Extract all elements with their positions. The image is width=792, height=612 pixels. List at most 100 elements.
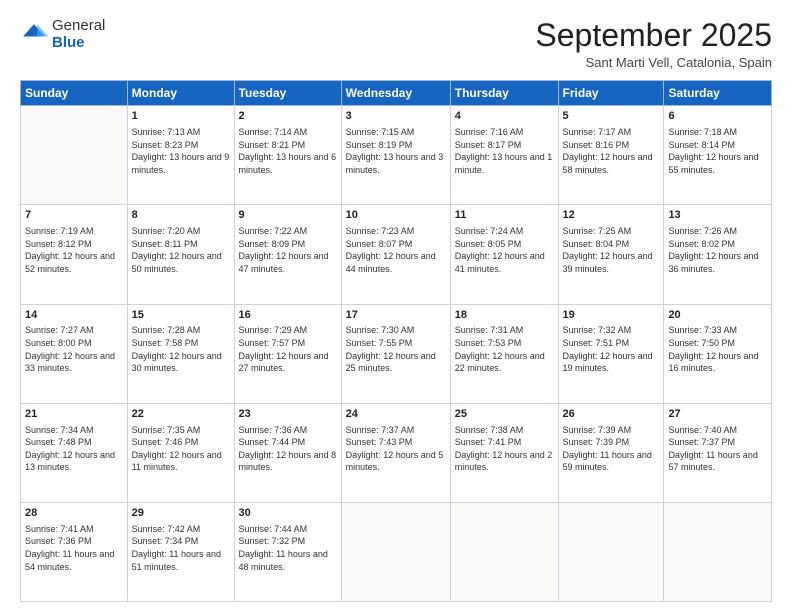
- day-number: 21: [25, 407, 123, 423]
- weekday-header-monday: Monday: [127, 81, 234, 106]
- cell-info: Sunrise: 7:42 AMSunset: 7:34 PMDaylight:…: [132, 523, 230, 573]
- day-number: 25: [455, 407, 554, 423]
- calendar-cell: 24Sunrise: 7:37 AMSunset: 7:43 PMDayligh…: [341, 403, 450, 502]
- calendar-body: 1Sunrise: 7:13 AMSunset: 8:23 PMDaylight…: [21, 106, 772, 602]
- day-number: 15: [132, 308, 230, 324]
- calendar-week-4: 28Sunrise: 7:41 AMSunset: 7:36 PMDayligh…: [21, 502, 772, 601]
- calendar-cell: 21Sunrise: 7:34 AMSunset: 7:48 PMDayligh…: [21, 403, 128, 502]
- day-number: 6: [668, 109, 767, 125]
- location: Sant Marti Vell, Catalonia, Spain: [535, 55, 772, 70]
- month-title: September 2025: [535, 18, 772, 53]
- calendar-cell: 8Sunrise: 7:20 AMSunset: 8:11 PMDaylight…: [127, 205, 234, 304]
- calendar-cell: 22Sunrise: 7:35 AMSunset: 7:46 PMDayligh…: [127, 403, 234, 502]
- cell-info: Sunrise: 7:33 AMSunset: 7:50 PMDaylight:…: [668, 324, 767, 374]
- day-number: 12: [563, 208, 660, 224]
- day-number: 20: [668, 308, 767, 324]
- calendar-cell: 12Sunrise: 7:25 AMSunset: 8:04 PMDayligh…: [558, 205, 664, 304]
- cell-info: Sunrise: 7:32 AMSunset: 7:51 PMDaylight:…: [563, 324, 660, 374]
- cell-info: Sunrise: 7:15 AMSunset: 8:19 PMDaylight:…: [346, 126, 446, 176]
- cell-info: Sunrise: 7:35 AMSunset: 7:46 PMDaylight:…: [132, 424, 230, 474]
- calendar-cell: 4Sunrise: 7:16 AMSunset: 8:17 PMDaylight…: [450, 106, 558, 205]
- cell-info: Sunrise: 7:14 AMSunset: 8:21 PMDaylight:…: [239, 126, 337, 176]
- day-number: 16: [239, 308, 337, 324]
- logo: General Blue: [20, 18, 105, 51]
- logo-text: General Blue: [52, 18, 105, 51]
- day-number: 23: [239, 407, 337, 423]
- cell-info: Sunrise: 7:22 AMSunset: 8:09 PMDaylight:…: [239, 225, 337, 275]
- calendar-cell: 17Sunrise: 7:30 AMSunset: 7:55 PMDayligh…: [341, 304, 450, 403]
- day-number: 2: [239, 109, 337, 125]
- calendar-cell: 10Sunrise: 7:23 AMSunset: 8:07 PMDayligh…: [341, 205, 450, 304]
- cell-info: Sunrise: 7:29 AMSunset: 7:57 PMDaylight:…: [239, 324, 337, 374]
- day-number: 1: [132, 109, 230, 125]
- page: General Blue September 2025 Sant Marti V…: [0, 0, 792, 612]
- cell-info: Sunrise: 7:25 AMSunset: 8:04 PMDaylight:…: [563, 225, 660, 275]
- calendar-week-1: 7Sunrise: 7:19 AMSunset: 8:12 PMDaylight…: [21, 205, 772, 304]
- day-number: 24: [346, 407, 446, 423]
- weekday-header-wednesday: Wednesday: [341, 81, 450, 106]
- day-number: 22: [132, 407, 230, 423]
- cell-info: Sunrise: 7:16 AMSunset: 8:17 PMDaylight:…: [455, 126, 554, 176]
- weekday-header-thursday: Thursday: [450, 81, 558, 106]
- cell-info: Sunrise: 7:44 AMSunset: 7:32 PMDaylight:…: [239, 523, 337, 573]
- day-number: 14: [25, 308, 123, 324]
- calendar-week-0: 1Sunrise: 7:13 AMSunset: 8:23 PMDaylight…: [21, 106, 772, 205]
- day-number: 26: [563, 407, 660, 423]
- weekday-header-friday: Friday: [558, 81, 664, 106]
- cell-info: Sunrise: 7:39 AMSunset: 7:39 PMDaylight:…: [563, 424, 660, 474]
- day-number: 30: [239, 506, 337, 522]
- calendar-cell: 15Sunrise: 7:28 AMSunset: 7:58 PMDayligh…: [127, 304, 234, 403]
- day-number: 17: [346, 308, 446, 324]
- calendar-cell: 23Sunrise: 7:36 AMSunset: 7:44 PMDayligh…: [234, 403, 341, 502]
- cell-info: Sunrise: 7:17 AMSunset: 8:16 PMDaylight:…: [563, 126, 660, 176]
- day-number: 10: [346, 208, 446, 224]
- calendar-cell: 13Sunrise: 7:26 AMSunset: 8:02 PMDayligh…: [664, 205, 772, 304]
- day-number: 4: [455, 109, 554, 125]
- calendar-cell: 19Sunrise: 7:32 AMSunset: 7:51 PMDayligh…: [558, 304, 664, 403]
- calendar-table: SundayMondayTuesdayWednesdayThursdayFrid…: [20, 80, 772, 602]
- day-number: 11: [455, 208, 554, 224]
- cell-info: Sunrise: 7:37 AMSunset: 7:43 PMDaylight:…: [346, 424, 446, 474]
- cell-info: Sunrise: 7:38 AMSunset: 7:41 PMDaylight:…: [455, 424, 554, 474]
- cell-info: Sunrise: 7:28 AMSunset: 7:58 PMDaylight:…: [132, 324, 230, 374]
- weekday-header-saturday: Saturday: [664, 81, 772, 106]
- day-number: 7: [25, 208, 123, 224]
- calendar-cell: 14Sunrise: 7:27 AMSunset: 8:00 PMDayligh…: [21, 304, 128, 403]
- cell-info: Sunrise: 7:26 AMSunset: 8:02 PMDaylight:…: [668, 225, 767, 275]
- cell-info: Sunrise: 7:19 AMSunset: 8:12 PMDaylight:…: [25, 225, 123, 275]
- cell-info: Sunrise: 7:13 AMSunset: 8:23 PMDaylight:…: [132, 126, 230, 176]
- calendar-cell: [341, 502, 450, 601]
- calendar-header: SundayMondayTuesdayWednesdayThursdayFrid…: [21, 81, 772, 106]
- logo-icon: [20, 21, 48, 49]
- calendar-cell: 28Sunrise: 7:41 AMSunset: 7:36 PMDayligh…: [21, 502, 128, 601]
- calendar-cell: 30Sunrise: 7:44 AMSunset: 7:32 PMDayligh…: [234, 502, 341, 601]
- cell-info: Sunrise: 7:23 AMSunset: 8:07 PMDaylight:…: [346, 225, 446, 275]
- calendar-cell: 29Sunrise: 7:42 AMSunset: 7:34 PMDayligh…: [127, 502, 234, 601]
- cell-info: Sunrise: 7:27 AMSunset: 8:00 PMDaylight:…: [25, 324, 123, 374]
- calendar-cell: 26Sunrise: 7:39 AMSunset: 7:39 PMDayligh…: [558, 403, 664, 502]
- title-block: September 2025 Sant Marti Vell, Cataloni…: [535, 18, 772, 70]
- calendar-cell: [21, 106, 128, 205]
- cell-info: Sunrise: 7:31 AMSunset: 7:53 PMDaylight:…: [455, 324, 554, 374]
- day-number: 9: [239, 208, 337, 224]
- weekday-row: SundayMondayTuesdayWednesdayThursdayFrid…: [21, 81, 772, 106]
- calendar-week-2: 14Sunrise: 7:27 AMSunset: 8:00 PMDayligh…: [21, 304, 772, 403]
- logo-general: General: [52, 18, 105, 35]
- cell-info: Sunrise: 7:24 AMSunset: 8:05 PMDaylight:…: [455, 225, 554, 275]
- cell-info: Sunrise: 7:18 AMSunset: 8:14 PMDaylight:…: [668, 126, 767, 176]
- day-number: 18: [455, 308, 554, 324]
- calendar-cell: 6Sunrise: 7:18 AMSunset: 8:14 PMDaylight…: [664, 106, 772, 205]
- calendar-cell: 9Sunrise: 7:22 AMSunset: 8:09 PMDaylight…: [234, 205, 341, 304]
- calendar-cell: 2Sunrise: 7:14 AMSunset: 8:21 PMDaylight…: [234, 106, 341, 205]
- day-number: 8: [132, 208, 230, 224]
- calendar-cell: 7Sunrise: 7:19 AMSunset: 8:12 PMDaylight…: [21, 205, 128, 304]
- calendar-cell: 5Sunrise: 7:17 AMSunset: 8:16 PMDaylight…: [558, 106, 664, 205]
- header: General Blue September 2025 Sant Marti V…: [20, 18, 772, 70]
- cell-info: Sunrise: 7:34 AMSunset: 7:48 PMDaylight:…: [25, 424, 123, 474]
- calendar-cell: 3Sunrise: 7:15 AMSunset: 8:19 PMDaylight…: [341, 106, 450, 205]
- calendar-cell: [664, 502, 772, 601]
- calendar-cell: [558, 502, 664, 601]
- calendar-cell: 20Sunrise: 7:33 AMSunset: 7:50 PMDayligh…: [664, 304, 772, 403]
- calendar-cell: 16Sunrise: 7:29 AMSunset: 7:57 PMDayligh…: [234, 304, 341, 403]
- calendar-cell: 18Sunrise: 7:31 AMSunset: 7:53 PMDayligh…: [450, 304, 558, 403]
